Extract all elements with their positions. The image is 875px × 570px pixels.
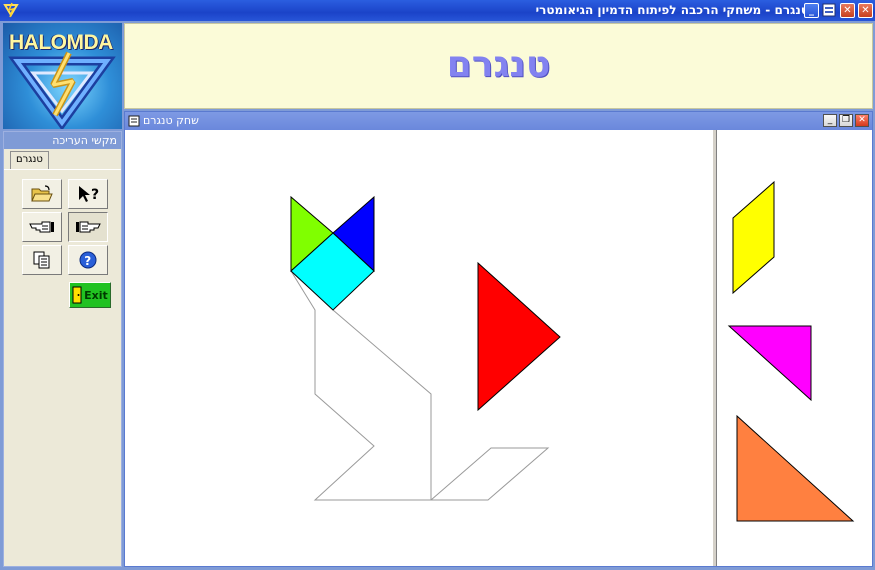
game-restore-button[interactable]: ❐ <box>839 114 853 127</box>
help-question-glyph: ? <box>84 254 91 268</box>
close-icon: ✕ <box>858 115 866 125</box>
piece-tray-canvas[interactable] <box>717 132 870 564</box>
copy-button[interactable] <box>22 245 62 275</box>
tab-tangram[interactable]: טנגרם <box>10 151 49 169</box>
close-icon: ✕ <box>841 4 854 17</box>
game-window-titlebar: שחק טנגרם _ ❐ ✕ <box>125 112 872 130</box>
play-area[interactable] <box>128 132 712 564</box>
logo-brand-text: HALOMDA <box>9 31 113 54</box>
app-icon[interactable] <box>3 2 19 18</box>
exit-label: Exit <box>84 288 108 302</box>
exit-button[interactable]: Exit <box>69 282 111 308</box>
close-button[interactable]: ✕ <box>858 3 873 18</box>
help-icon: ? <box>79 251 97 269</box>
tab-strip: טנגרם <box>4 149 121 170</box>
game-window-title: שחק טנגרם <box>143 114 199 127</box>
hand-left-button[interactable] <box>22 212 62 242</box>
exit-door-icon <box>72 286 82 304</box>
context-help-button[interactable]: ? <box>68 179 108 209</box>
window-title: טנגרם - משחקי הרכבה לפיתוח הדמיון הגיאומ… <box>535 3 809 17</box>
open-folder-icon <box>31 185 53 202</box>
close-window-button[interactable]: ✕ <box>840 3 855 18</box>
panel-header: מקשי העריכה <box>4 132 121 149</box>
game-window-icon[interactable] <box>128 115 140 127</box>
close-x-icon: ✕ <box>861 4 870 16</box>
piece-tray[interactable] <box>717 132 870 564</box>
game-minimize-button[interactable]: _ <box>823 114 837 127</box>
tangram-piece-magenta-triangle[interactable] <box>727 325 812 402</box>
minimize-icon: _ <box>809 4 814 16</box>
hand-point-right-icon <box>76 221 101 233</box>
halomda-logo: HALOMDA <box>3 23 122 129</box>
editing-keys-panel: מקשי העריכה טנגרם ? ? Exit <box>3 131 122 567</box>
minimize-button[interactable]: _ <box>804 3 819 18</box>
document-icon <box>822 3 836 17</box>
header-banner: טנגרם <box>124 23 873 109</box>
tangram-piece-orange-triangle[interactable] <box>736 414 855 522</box>
minimize-icon: _ <box>827 115 833 125</box>
hand-right-button[interactable] <box>68 212 108 242</box>
open-button[interactable] <box>22 179 62 209</box>
window-titlebar: טנגרם - משחקי הרכבה לפיתוח הדמיון הגיאומ… <box>0 0 875 21</box>
page-title: טנגרם <box>446 44 551 85</box>
help-glyph: ? <box>91 187 99 203</box>
tangram-piece-yellow-parallelogram[interactable] <box>732 180 775 295</box>
restore-icon: ❐ <box>841 115 851 125</box>
game-close-button[interactable]: ✕ <box>855 114 869 127</box>
tangram-board[interactable] <box>128 132 712 564</box>
hand-point-left-icon <box>29 221 54 233</box>
tangram-piece-red-triangle[interactable] <box>477 261 561 412</box>
help-button[interactable]: ? <box>68 245 108 275</box>
game-window: שחק טנגרם _ ❐ ✕ <box>124 111 873 567</box>
copy-icon <box>33 251 50 269</box>
context-help-icon: ? <box>79 186 99 203</box>
